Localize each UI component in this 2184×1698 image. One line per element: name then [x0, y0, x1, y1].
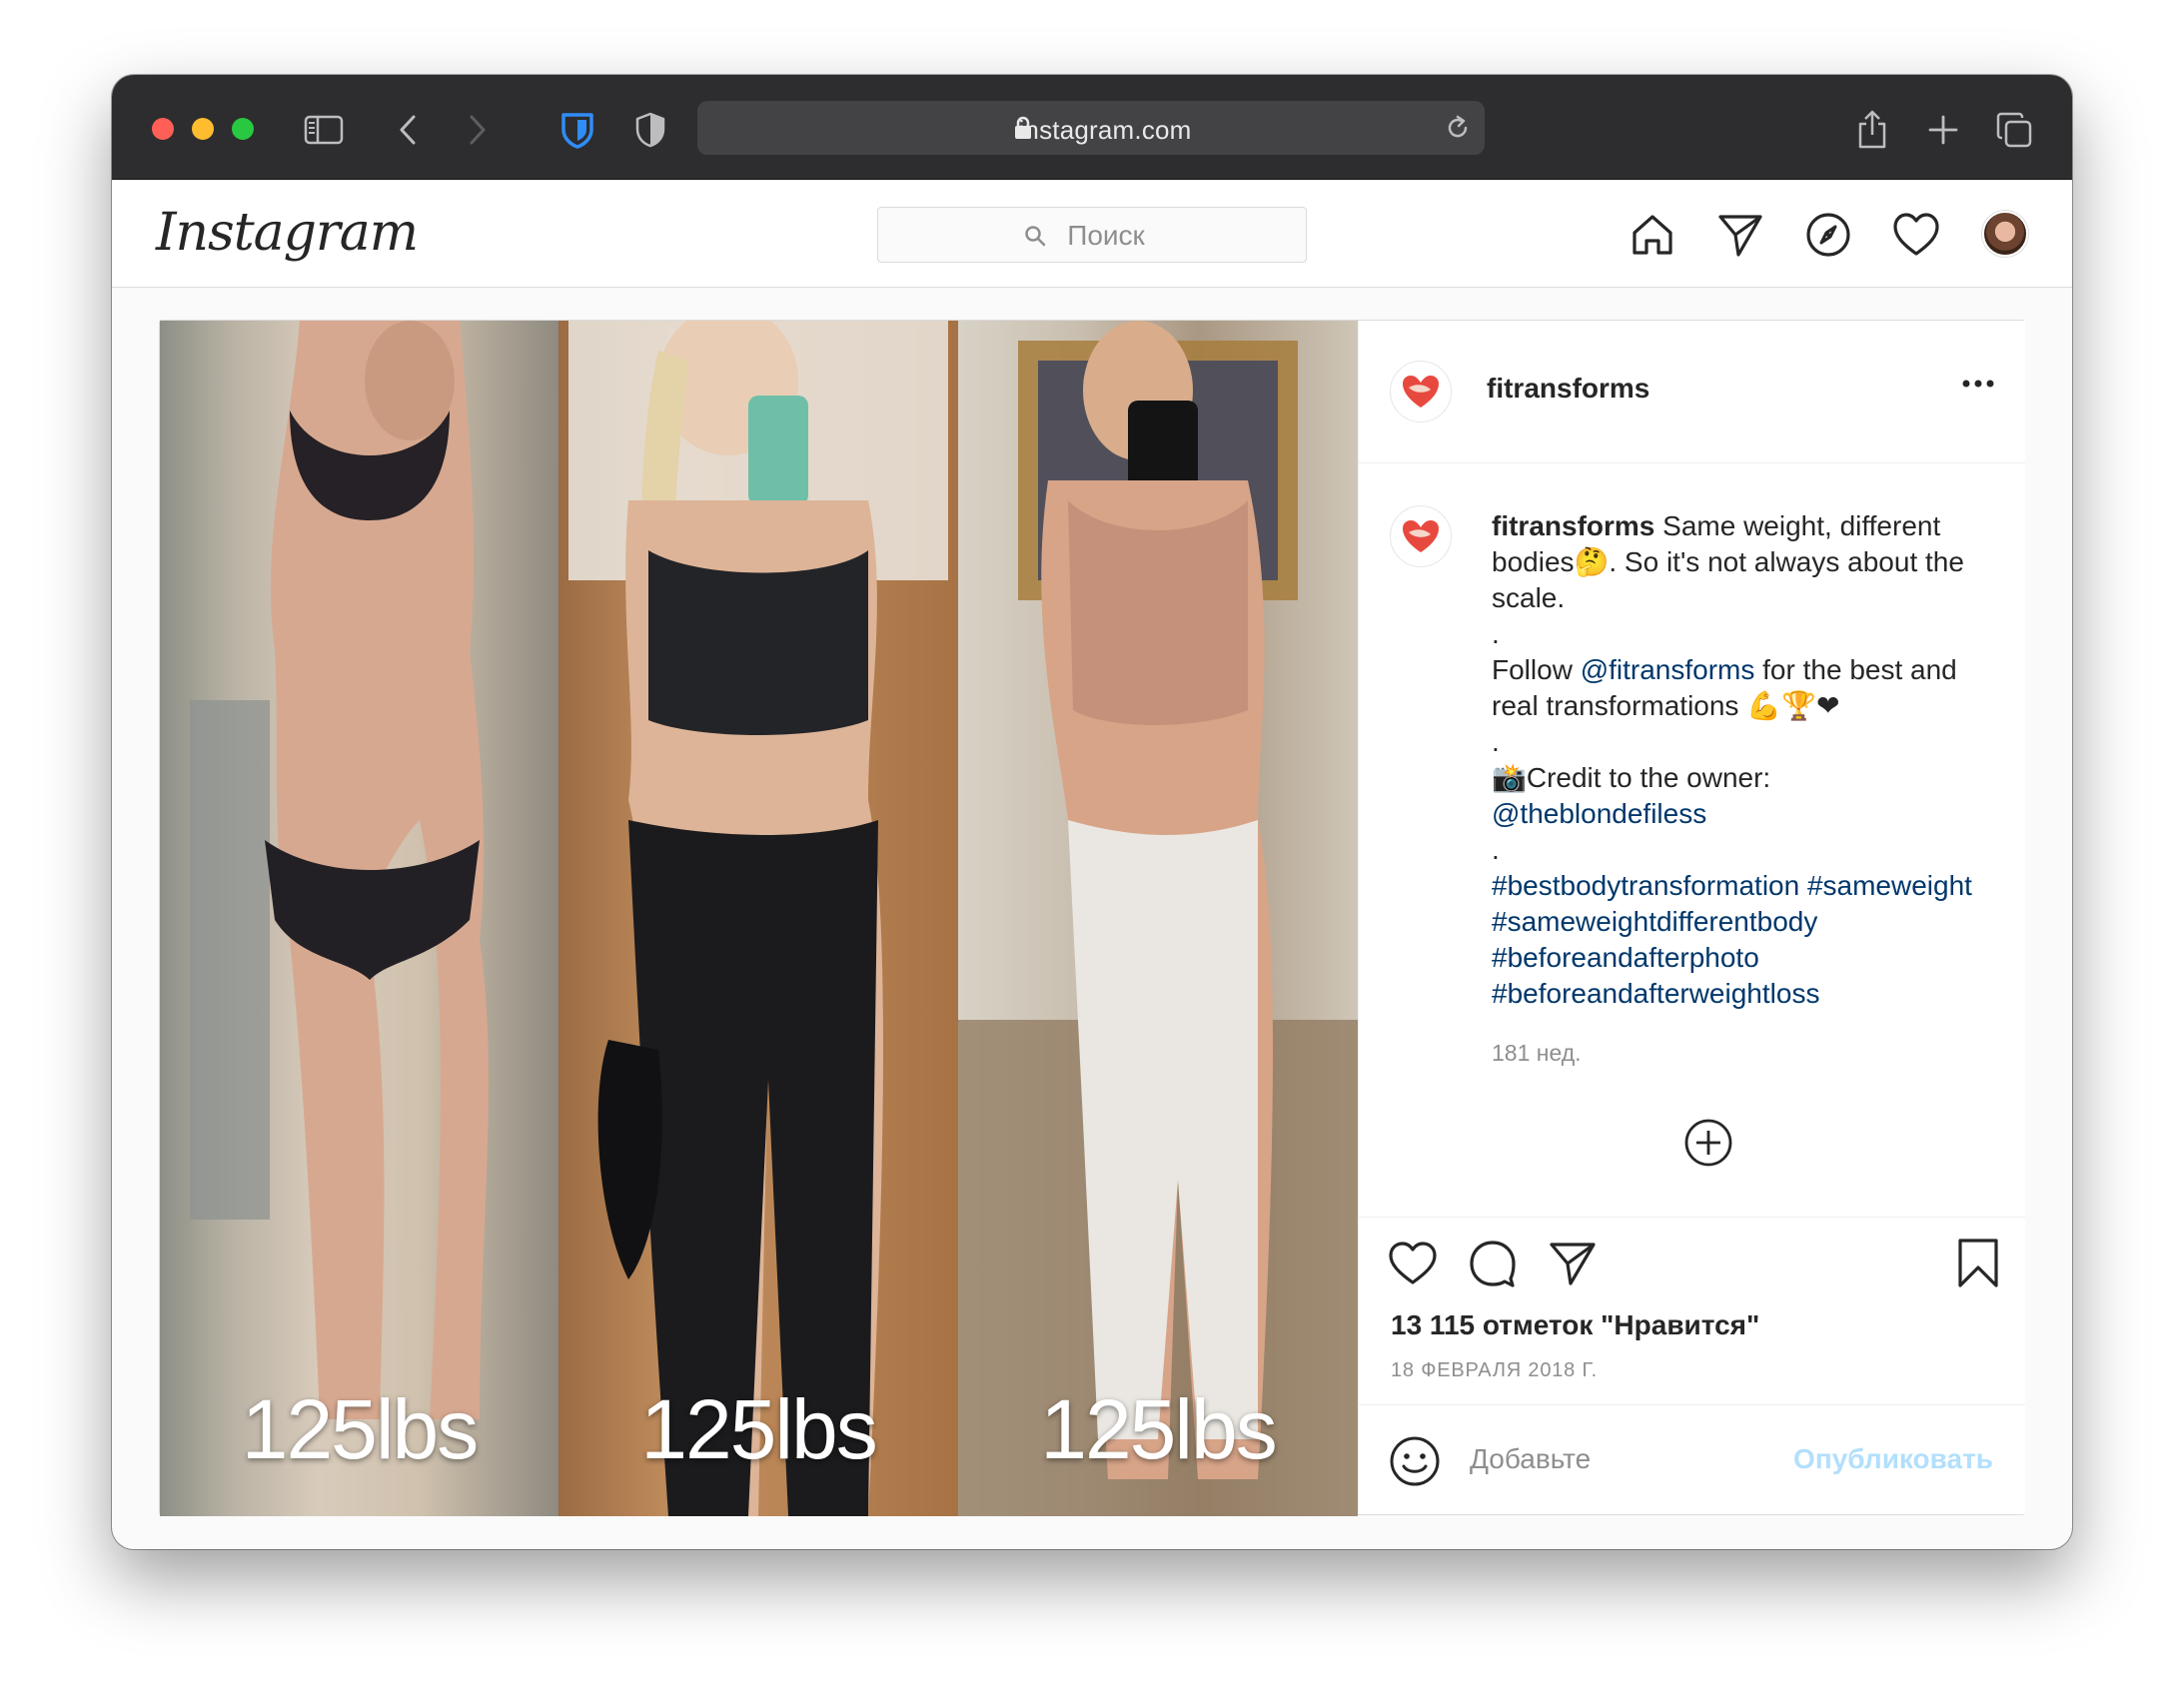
load-more-comments-icon[interactable]: [1683, 1118, 1733, 1173]
bookmark-icon[interactable]: [1950, 1236, 2006, 1291]
likes-count[interactable]: 13 115 отметок "Нравится": [1391, 1309, 1759, 1341]
hashtags[interactable]: #bestbodytransformation #sameweight #sam…: [1492, 868, 2011, 1012]
like-heart-icon[interactable]: [1385, 1236, 1441, 1291]
bitwarden-shield-icon[interactable]: [557, 110, 597, 150]
comment-input[interactable]: Добавьте: [1470, 1443, 1591, 1475]
caption-username[interactable]: fitransforms: [1492, 510, 1654, 541]
close-window-button[interactable]: [152, 118, 174, 140]
minimize-window-button[interactable]: [192, 118, 214, 140]
forward-icon[interactable]: [458, 110, 498, 150]
photo-panel-before: 125lbs: [160, 321, 558, 1516]
weight-label: 125lbs: [241, 1382, 480, 1476]
comment-icon[interactable]: [1465, 1236, 1521, 1291]
instagram-logo[interactable]: Instagram: [156, 203, 419, 263]
caption-time-ago[interactable]: 181 нед.: [1492, 1040, 1582, 1067]
post-caption: fitransforms Same weight, different bodi…: [1492, 508, 2011, 1012]
activity-heart-icon[interactable]: [1888, 207, 1944, 263]
share-icon[interactable]: [1852, 110, 1892, 150]
account-avatar[interactable]: [1390, 361, 1452, 423]
search-input[interactable]: Поиск: [877, 207, 1307, 263]
photo-panel-middle: 125lbs: [558, 321, 958, 1516]
caption-credit: 📸Credit to the owner:: [1492, 762, 1771, 793]
caption-follow-prefix: Follow: [1492, 654, 1581, 685]
photo-panel-after: 125lbs: [958, 321, 1358, 1516]
more-options-icon[interactable]: [1961, 376, 1995, 394]
caption-dot: .: [1492, 834, 1500, 865]
instagram-header: Instagram Поиск: [112, 181, 2072, 288]
sidebar-icon[interactable]: [304, 110, 344, 150]
credit-mention-link[interactable]: @theblondefiless: [1492, 796, 2011, 832]
emoji-icon[interactable]: [1389, 1435, 1441, 1492]
post-header: fitransforms: [1359, 321, 2025, 463]
mention-link[interactable]: @fitransforms: [1581, 654, 1755, 685]
search-placeholder: Поиск: [1067, 220, 1145, 251]
address-bar[interactable]: instagram.com: [697, 101, 1485, 155]
privacy-shield-icon[interactable]: [630, 110, 670, 150]
post-actions: 13 115 отметок "Нравится" 18 ФЕВРАЛЯ 201…: [1359, 1217, 2025, 1406]
publish-button[interactable]: Опубликовать: [1793, 1443, 1993, 1475]
caption-dot: .: [1492, 726, 1500, 757]
caption-dot: .: [1492, 618, 1500, 649]
home-icon[interactable]: [1625, 207, 1680, 263]
post-photo[interactable]: 125lbs 125lbs 125lbs: [160, 321, 1358, 1516]
post-sidebar: fitransforms fitransforms Same weight, d…: [1358, 321, 2025, 1514]
explore-icon[interactable]: [1800, 207, 1856, 263]
back-icon[interactable]: [388, 110, 428, 150]
caption-avatar[interactable]: [1390, 505, 1452, 567]
weight-label: 125lbs: [640, 1382, 878, 1476]
direct-icon[interactable]: [1712, 207, 1768, 263]
url-text: instagram.com: [1018, 115, 1192, 145]
browser-toolbar: instagram.com: [112, 75, 2072, 180]
tabs-overview-icon[interactable]: [1994, 110, 2034, 150]
post-card: 125lbs 125lbs 125lbs fitransforms fitran…: [159, 320, 2025, 1516]
profile-avatar[interactable]: [1982, 211, 2028, 257]
comment-bar: Добавьте Опубликовать: [1359, 1404, 2025, 1514]
share-direct-icon[interactable]: [1545, 1236, 1601, 1291]
browser-window: instagram.com Instagram Поиск 125lbs 125…: [112, 75, 2072, 1549]
new-tab-icon[interactable]: [1923, 110, 1963, 150]
reload-icon[interactable]: [1443, 113, 1473, 148]
weight-label: 125lbs: [1040, 1382, 1278, 1476]
account-username[interactable]: fitransforms: [1487, 373, 1649, 405]
post-date[interactable]: 18 ФЕВРАЛЯ 2018 Г.: [1391, 1359, 1598, 1382]
zoom-window-button[interactable]: [232, 118, 254, 140]
